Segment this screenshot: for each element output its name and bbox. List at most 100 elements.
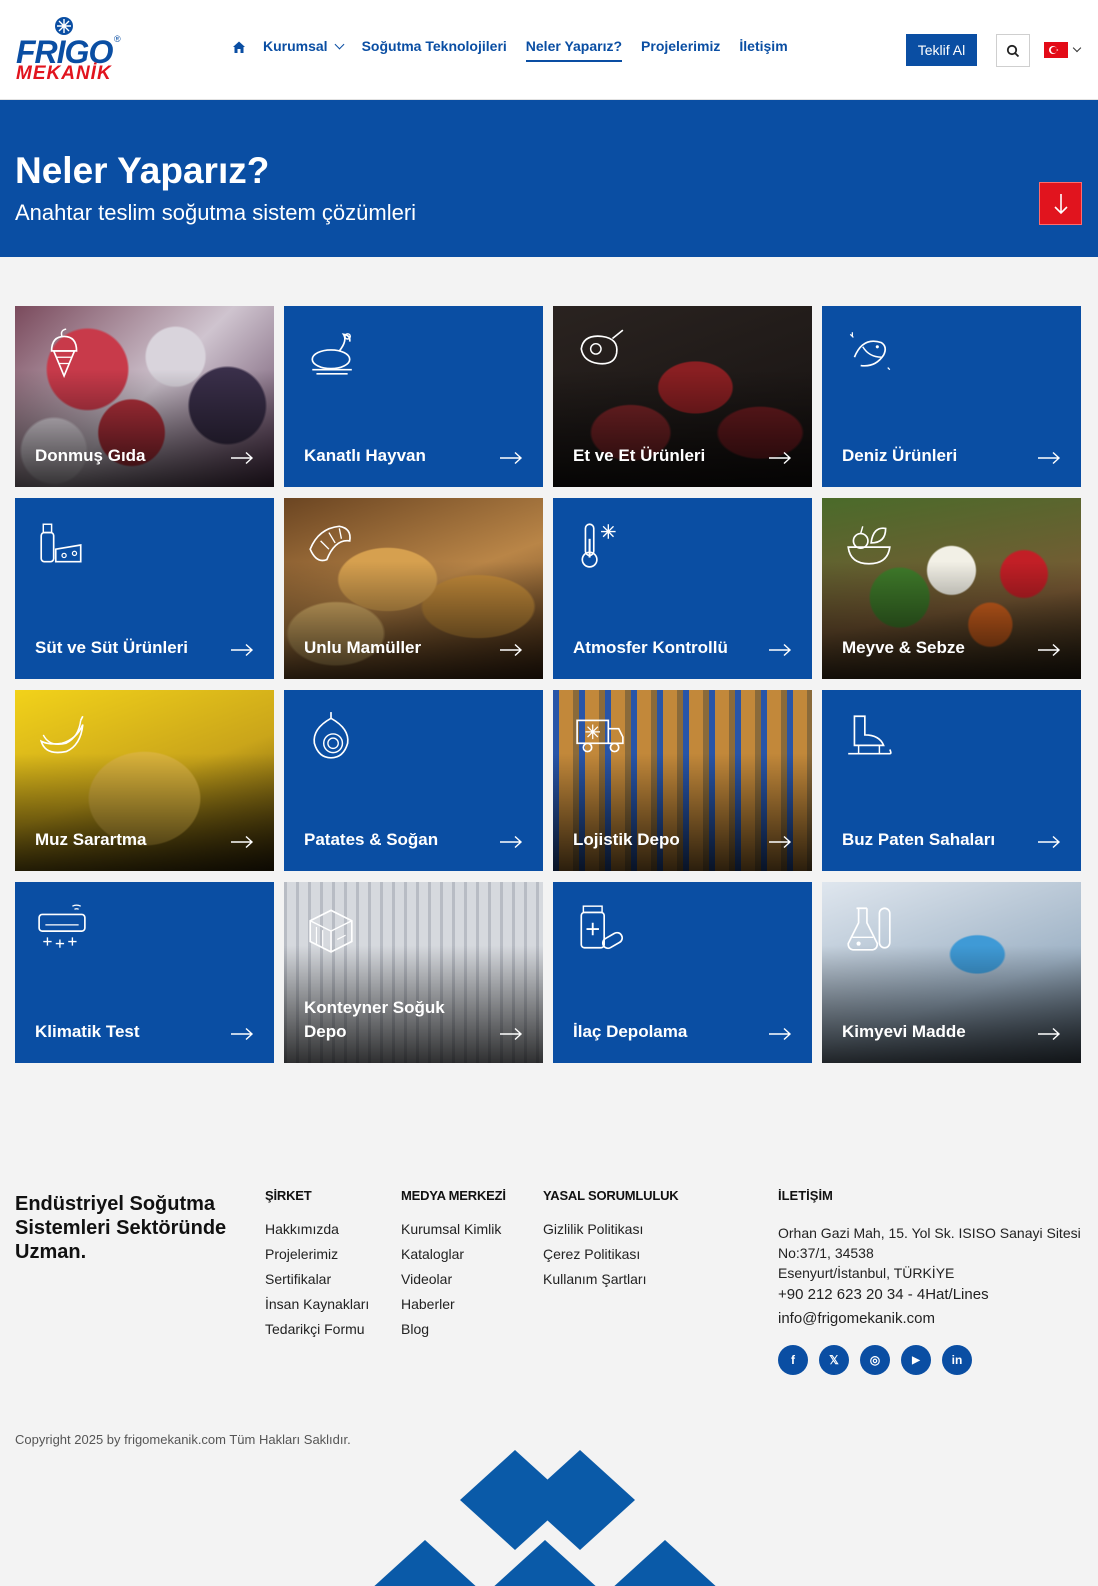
medicine-icon xyxy=(580,905,624,950)
footer-link-insan-kaynaklari[interactable]: İnsan Kaynakları xyxy=(265,1296,369,1321)
arrow-right-icon xyxy=(769,451,792,465)
footer-link-cerez-politikasi[interactable]: Çerez Politikası xyxy=(543,1246,678,1271)
footer-link-kullanim-sartlari[interactable]: Kullanım Şartları xyxy=(543,1271,678,1296)
service-card-label: Muz Sarartma xyxy=(35,830,147,849)
footer-link-haberler[interactable]: Haberler xyxy=(401,1296,506,1321)
service-card[interactable]: Buz Paten Sahaları xyxy=(822,690,1081,871)
footer-column-title: ŞİRKET xyxy=(265,1188,312,1203)
service-card[interactable]: Et ve Et Ürünleri xyxy=(553,306,812,487)
site-header: FRIGO ® MEKANİK Kurumsal Soğutma Teknolo… xyxy=(0,0,1098,100)
service-card[interactable]: Süt ve Süt Ürünleri xyxy=(15,498,274,679)
instagram-icon[interactable]: ◎ xyxy=(860,1345,890,1375)
footer-column-title: İLETİŞİM xyxy=(778,1188,833,1203)
thermometer-snow-icon xyxy=(581,523,616,568)
service-card[interactable]: Unlu Mamüller xyxy=(284,498,543,679)
footer-column-sirket: ŞİRKET Hakkımızda Projelerimiz Sertifika… xyxy=(265,1188,369,1346)
arrow-right-icon xyxy=(231,451,254,465)
service-card[interactable]: Konteyner Soğuk Depo xyxy=(284,882,543,1063)
service-grid: Donmuş Gıda Kanatlı Hayvan Et ve Et Ürünle… xyxy=(15,306,1083,1063)
flask-icon xyxy=(847,907,891,951)
home-icon[interactable] xyxy=(232,40,246,54)
arrow-right-icon xyxy=(500,451,523,465)
footer-link-videolar[interactable]: Videolar xyxy=(401,1271,506,1296)
contact-address: Orhan Gazi Mah, 15. Yol Sk. ISISO Sanayi… xyxy=(778,1225,1081,1261)
service-card[interactable]: Muz Sarartma xyxy=(15,690,274,871)
frigo-mekanik-logo[interactable]: FRIGO ® MEKANİK xyxy=(16,16,126,86)
arrow-right-icon xyxy=(769,835,792,849)
service-card-label: Süt ve Süt Ürünleri xyxy=(35,638,189,657)
chicken-icon xyxy=(311,333,352,375)
service-card-label: Donmuş Gıda xyxy=(35,446,146,465)
arrow-right-icon xyxy=(1038,835,1061,849)
contact-phone[interactable]: +90 212 623 20 34 - 4Hat/Lines xyxy=(778,1283,1088,1307)
air-conditioner-icon xyxy=(38,904,86,948)
footer-link-hakkimizda[interactable]: Hakkımızda xyxy=(265,1221,369,1246)
snowflake-logo-icon xyxy=(55,17,73,35)
service-card[interactable]: Klimatik Test xyxy=(15,882,274,1063)
service-card[interactable]: Kanatlı Hayvan xyxy=(284,306,543,487)
teklif-al-button[interactable]: Teklif Al xyxy=(906,34,977,66)
arrow-right-icon xyxy=(500,643,523,657)
nav-item-kurumsal[interactable]: Kurumsal xyxy=(263,38,345,60)
footer-link-sertifikalar[interactable]: Sertifikalar xyxy=(265,1271,369,1296)
fish-icon xyxy=(849,332,891,371)
logo-registered-mark: ® xyxy=(114,34,121,44)
service-card[interactable]: Meyve & Sebze xyxy=(822,498,1081,679)
page-title: Neler Yaparız? xyxy=(15,150,270,191)
copyright-text: Copyright 2025 by frigomekanik.com Tüm H… xyxy=(15,1432,351,1447)
service-card[interactable]: Atmosfer Kontrollü xyxy=(553,498,812,679)
site-footer: Endüstriyel Soğutma Sistemleri Sektöründ… xyxy=(0,1110,1098,1586)
footer-link-kurumsal-kimlik[interactable]: Kurumsal Kimlik xyxy=(401,1221,506,1246)
nav-item-sogutma-teknolojileri[interactable]: Soğutma Teknolojileri xyxy=(362,38,507,60)
arrow-right-icon xyxy=(769,643,792,657)
main-nav: Kurumsal Soğutma Teknolojileri Neler Yap… xyxy=(232,38,807,68)
service-card[interactable]: Deniz Ürünleri xyxy=(822,306,1081,487)
service-card-label: Lojistik Depo xyxy=(573,830,680,849)
footer-tagline: Endüstriyel Soğutma Sistemleri Sektöründ… xyxy=(15,1193,227,1263)
arrow-right-icon xyxy=(231,835,254,849)
linkedin-icon[interactable]: in xyxy=(942,1345,972,1375)
dairy-icon xyxy=(40,523,82,563)
nav-item-projelerimiz[interactable]: Projelerimiz xyxy=(641,38,720,60)
nav-item-label: Kurumsal xyxy=(263,38,328,54)
croissant-icon xyxy=(309,525,351,562)
service-card[interactable]: Patates & Soğan xyxy=(284,690,543,871)
service-card[interactable]: Donmuş Gıda xyxy=(15,306,274,487)
ice-skate-icon xyxy=(848,715,892,755)
arrow-right-icon xyxy=(1038,643,1061,657)
service-card[interactable]: Lojistik Depo xyxy=(553,690,812,871)
x-twitter-icon[interactable]: 𝕏 xyxy=(819,1345,849,1375)
footer-link-projelerimiz[interactable]: Projelerimiz xyxy=(265,1246,369,1271)
search-button[interactable] xyxy=(996,34,1030,67)
language-selector[interactable] xyxy=(1044,42,1084,58)
arrow-right-icon xyxy=(1038,451,1061,465)
footer-link-tedarikci-formu[interactable]: Tedarikçi Formu xyxy=(265,1321,369,1346)
scroll-down-button[interactable] xyxy=(1039,182,1082,225)
service-card-label: Meyve & Sebze xyxy=(842,638,965,657)
contact-email[interactable]: info@frigomekanik.com xyxy=(778,1307,1088,1331)
nav-item-neler-yapariz[interactable]: Neler Yaparız? xyxy=(525,38,623,62)
ice-cream-icon xyxy=(50,328,78,378)
service-card-label: Atmosfer Kontrollü xyxy=(573,638,728,657)
footer-contact: İLETİŞİM Orhan Gazi Mah, 15. Yol Sk. ISI… xyxy=(778,1188,1088,1375)
page-subtitle: Anahtar teslim soğutma sistem çözümleri xyxy=(15,200,417,225)
footer-link-gizlilik-politikasi[interactable]: Gizlilik Politikası xyxy=(543,1221,678,1246)
arrow-right-icon xyxy=(1038,1027,1061,1041)
footer-link-blog[interactable]: Blog xyxy=(401,1321,506,1346)
banana-icon xyxy=(39,715,84,754)
youtube-icon[interactable]: ▶ xyxy=(901,1345,931,1375)
service-card-label: Buz Paten Sahaları xyxy=(842,830,996,849)
facebook-icon[interactable]: f xyxy=(778,1345,808,1375)
page-hero: Neler Yaparız? Anahtar teslim soğutma si… xyxy=(0,100,1098,257)
footer-column-yasal-sorumluluk: YASAL SORUMLULUK Gizlilik Politikası Çer… xyxy=(543,1188,679,1296)
turkey-flag-icon xyxy=(1044,42,1068,58)
arrow-right-icon xyxy=(500,1027,523,1041)
onion-icon xyxy=(313,712,349,759)
footer-link-kataloglar[interactable]: Kataloglar xyxy=(401,1246,506,1271)
nav-item-iletisim[interactable]: İletişim xyxy=(739,38,787,60)
arrow-right-icon xyxy=(769,1027,792,1041)
service-card[interactable]: İlaç Depolama xyxy=(553,882,812,1063)
service-card-label: İlaç Depolama xyxy=(573,1022,688,1041)
service-card-label: Klimatik Test xyxy=(35,1022,140,1041)
service-card[interactable]: Kimyevi Madde xyxy=(822,882,1081,1063)
